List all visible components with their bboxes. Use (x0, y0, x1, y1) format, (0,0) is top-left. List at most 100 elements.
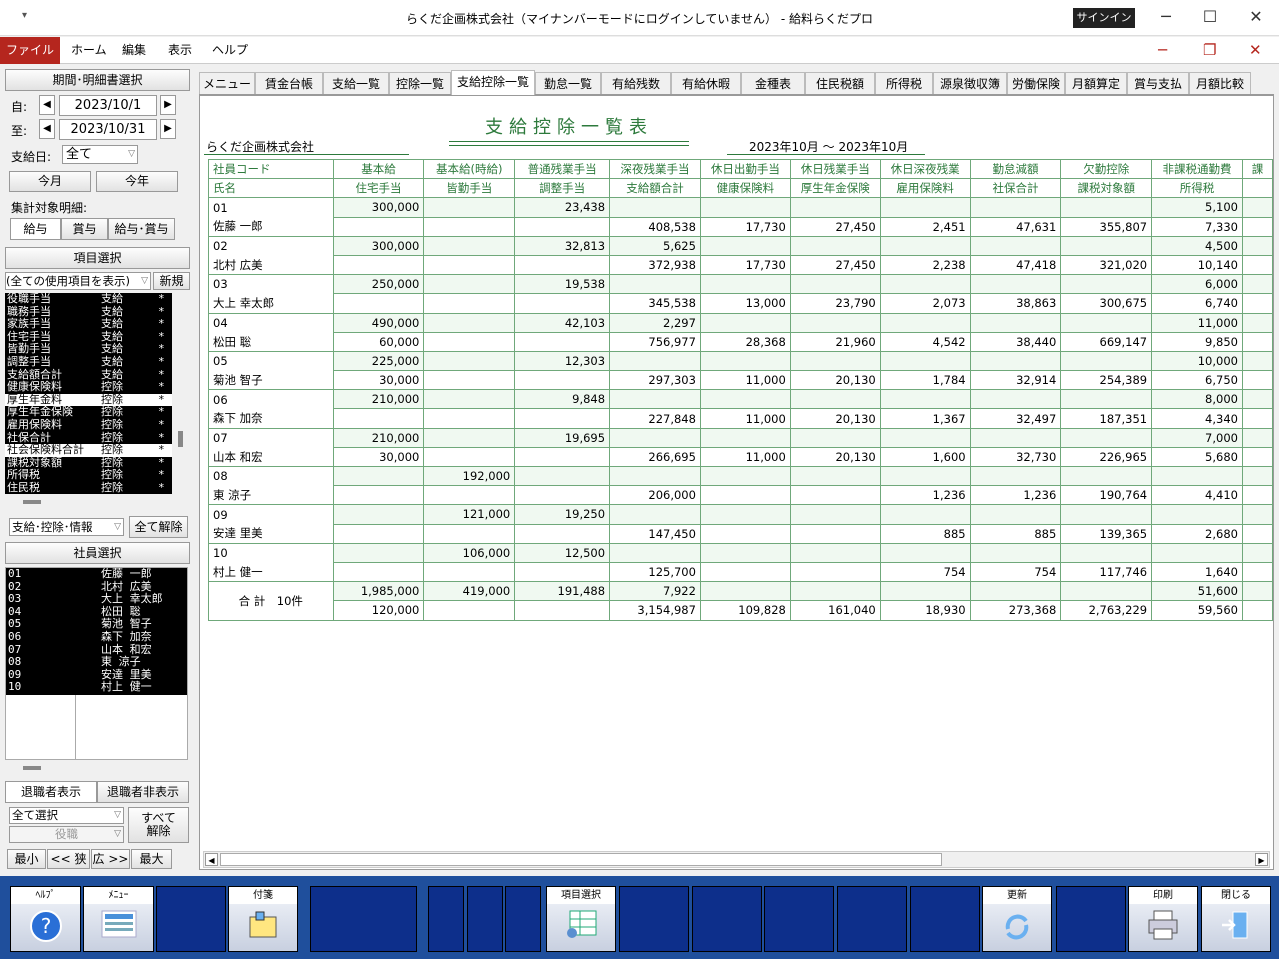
zoom-narrow-button[interactable]: << 狭 (47, 849, 90, 869)
item-list-row[interactable]: 社会保険料合計 控除 * (5, 444, 172, 457)
table-row[interactable]: 05 225,000 12,303 10,000 (208, 350, 1273, 372)
new-item-button[interactable]: 新規 (153, 272, 190, 290)
tab-8[interactable]: 金種表 (741, 72, 805, 94)
tab-9[interactable]: 住民税額 (805, 72, 875, 94)
table-row[interactable]: 07 210,000 19,695 7,000 (208, 427, 1273, 448)
exit-fkey[interactable]: 閉じる (1201, 886, 1271, 952)
select-all-dropdown[interactable]: 全て選択 ▽ (9, 807, 124, 824)
this-month-button[interactable]: 今月 (9, 171, 91, 192)
target-salary-option[interactable]: 給与 (10, 218, 61, 240)
to-date-input[interactable]: 2023/10/31 (59, 119, 157, 140)
employee-list-row[interactable]: 10 村上 健一 (6, 681, 187, 694)
maximize-icon[interactable]: ☐ (1187, 4, 1233, 30)
table-row[interactable]: 02 300,000 32,813 5,625 4,500 (208, 235, 1273, 256)
print-fkey[interactable]: 印刷 (1128, 886, 1198, 952)
table-row[interactable]: 09 121,000 19,250 (208, 504, 1273, 525)
menu-help[interactable]: ヘルプ (212, 37, 248, 64)
employee-list-row[interactable]: 06 森下 加奈 (6, 630, 187, 644)
employee-select-header[interactable]: 社員選択 (5, 542, 190, 564)
doc-minimize-icon[interactable]: ─ (1158, 37, 1167, 64)
item-filter-select[interactable]: (全ての使用項目を表示) ▽ (5, 272, 151, 290)
tab-15[interactable]: 月額比較 (1189, 72, 1251, 94)
this-year-button[interactable]: 今年 (96, 171, 178, 192)
item-list-row[interactable]: 健康保険料 控除 * (5, 381, 172, 394)
scroll-left-icon[interactable]: ◀ (205, 853, 218, 866)
table-row[interactable]: 山本 和宏 30,000 266,695 11,000 20,130 1,600 32,73… (208, 446, 1273, 468)
doc-restore-icon[interactable]: ❐ (1203, 37, 1216, 64)
item-list-row[interactable]: 調整手当 支給 * (5, 355, 172, 369)
tab-7[interactable]: 有給休暇 (671, 72, 741, 94)
refresh-fkey[interactable]: 更新 (982, 886, 1052, 952)
minimize-icon[interactable]: ─ (1143, 4, 1189, 30)
menu-view[interactable]: 表示 (168, 37, 192, 64)
table-row[interactable]: 04 490,000 42,103 2,297 11,000 (208, 312, 1273, 333)
menu-home[interactable]: ホーム (71, 37, 107, 64)
menu-fkey[interactable]: ﾒﾆｭｰ (83, 886, 154, 952)
close-icon[interactable]: ✕ (1233, 4, 1279, 30)
from-date-input[interactable]: 2023/10/1 (59, 95, 157, 116)
item-list[interactable]: 役職手当 支給 * 職務手当 支給 * 家族手当 支給 * 住宅手当 支給 * 皆勤手当 支給 * 調整手当支… (5, 293, 172, 494)
item-list-row[interactable]: 住民税 控除 * (5, 481, 172, 494)
from-next-arrow-icon[interactable]: ▶ (160, 95, 176, 115)
tab-2[interactable]: 支給一覧 (323, 72, 389, 94)
menu-file[interactable]: ファイル (0, 37, 60, 64)
scroll-right-icon[interactable]: ▶ (1255, 853, 1268, 866)
zoom-wide-button[interactable]: 広 >> (91, 849, 130, 869)
tab-5[interactable]: 勤怠一覧 (535, 72, 601, 94)
employee-list-row[interactable]: 08 東 涼子 (6, 656, 187, 669)
tab-6[interactable]: 有給残数 (601, 72, 671, 94)
table-row[interactable]: 06 210,000 9,848 8,000 (208, 389, 1273, 410)
hide-retired-button[interactable]: 退職者非表示 (97, 781, 189, 803)
employee-list-row[interactable]: 03 大上 幸太郎 (6, 593, 187, 606)
show-retired-button[interactable]: 退職者表示 (5, 781, 97, 803)
report-hscrollbar[interactable]: ◀ ▶ (203, 851, 1270, 868)
zoom-max-button[interactable]: 最大 (131, 849, 172, 869)
item-select-fkey[interactable]: 項目選択 (546, 886, 616, 952)
tab-1[interactable]: 賃金台帳 (255, 72, 323, 94)
menu-edit[interactable]: 編集 (122, 37, 146, 64)
help-fkey[interactable]: ﾍﾙﾌﾟ? (10, 886, 81, 952)
zoom-min-button[interactable]: 最小 (7, 849, 46, 869)
doc-close-icon[interactable]: ✕ (1249, 37, 1262, 64)
employee-list-row[interactable]: 01 佐藤 一郎 (6, 568, 187, 581)
table-row[interactable]: 08 192,000 (208, 465, 1273, 487)
item-list-row[interactable]: 家族手当 支給 * (5, 318, 172, 331)
tab-11[interactable]: 源泉徴収簿 (933, 72, 1007, 94)
clear-all-button[interactable]: 全て解除 (129, 516, 188, 538)
employee-list-row[interactable]: 07 山本 和宏 (6, 643, 187, 657)
table-row[interactable]: 北村 広美 372,938 17,730 27,450 2,238 47,418 321,0… (208, 254, 1273, 276)
to-next-arrow-icon[interactable]: ▶ (160, 119, 176, 139)
table-row[interactable]: 安達 里美 147,450 885 885 139,365 2,680 (208, 523, 1273, 544)
unselect-all-button[interactable]: すべて 解除 (128, 807, 189, 843)
item-list-row[interactable]: 役職手当 支給 * (5, 293, 172, 306)
employee-list[interactable]: 01 佐藤 一郎 02 北村 広美 03 大上 幸太郎 04 松田 聡 05 菊池 智子 06 森下 … (6, 568, 187, 695)
employee-list-row[interactable]: 04 松田 聡 (6, 605, 187, 619)
tab-3[interactable]: 控除一覧 (389, 72, 451, 94)
period-select-header[interactable]: 期間･明細書選択 (5, 69, 190, 91)
table-row[interactable]: 大上 幸太郎 345,538 13,000 23,790 2,073 38,863 300,… (208, 293, 1273, 314)
table-row[interactable]: 03 250,000 19,538 6,000 (208, 274, 1273, 295)
item-list-hscroll[interactable] (5, 495, 190, 509)
employee-list-row[interactable]: 09 安達 里美 (6, 668, 187, 682)
employee-list-hscroll[interactable] (5, 761, 190, 775)
table-row[interactable]: 01 300,000 23,438 5,100 (208, 197, 1273, 218)
target-both-option[interactable]: 給与･賞与 (108, 218, 175, 240)
table-row[interactable]: 菊池 智子 30,000 297,303 11,000 20,130 1,784 32,91… (208, 370, 1273, 391)
tab-14[interactable]: 賞与支払 (1127, 72, 1189, 94)
target-bonus-option[interactable]: 賞与 (61, 218, 108, 240)
scroll-thumb[interactable] (220, 853, 942, 866)
item-list-row[interactable]: 雇用保険料 控除 * (5, 418, 172, 432)
item-select-header[interactable]: 項目選択 (5, 247, 190, 269)
tab-13[interactable]: 月額算定 (1065, 72, 1127, 94)
table-row[interactable]: 佐藤 一郎 408,538 17,730 27,450 2,451 47,631 355,8… (208, 216, 1273, 237)
table-row[interactable]: 東 涼子 206,000 1,236 1,236 190,764 4,410 (208, 485, 1273, 506)
signin-button[interactable]: サインイン (1073, 8, 1135, 28)
employee-list-box[interactable]: 01 佐藤 一郎 02 北村 広美 03 大上 幸太郎 04 松田 聡 05 菊池 智子 06 森下 … (5, 567, 188, 760)
category-select[interactable]: 支給･控除･情報 ▽ (9, 518, 124, 536)
payday-select[interactable]: 全て ▽ (62, 145, 138, 164)
table-row[interactable]: 森下 加奈 227,848 11,000 20,130 1,367 32,497 187,3… (208, 408, 1273, 429)
tab-4[interactable]: 支給控除一覧 (451, 70, 535, 95)
to-prev-arrow-icon[interactable]: ◀ (39, 119, 55, 139)
employee-list-row[interactable]: 05 菊池 智子 (6, 618, 187, 631)
table-row[interactable]: 村上 健一 125,700 754 754 117,746 1,640 (208, 561, 1273, 583)
